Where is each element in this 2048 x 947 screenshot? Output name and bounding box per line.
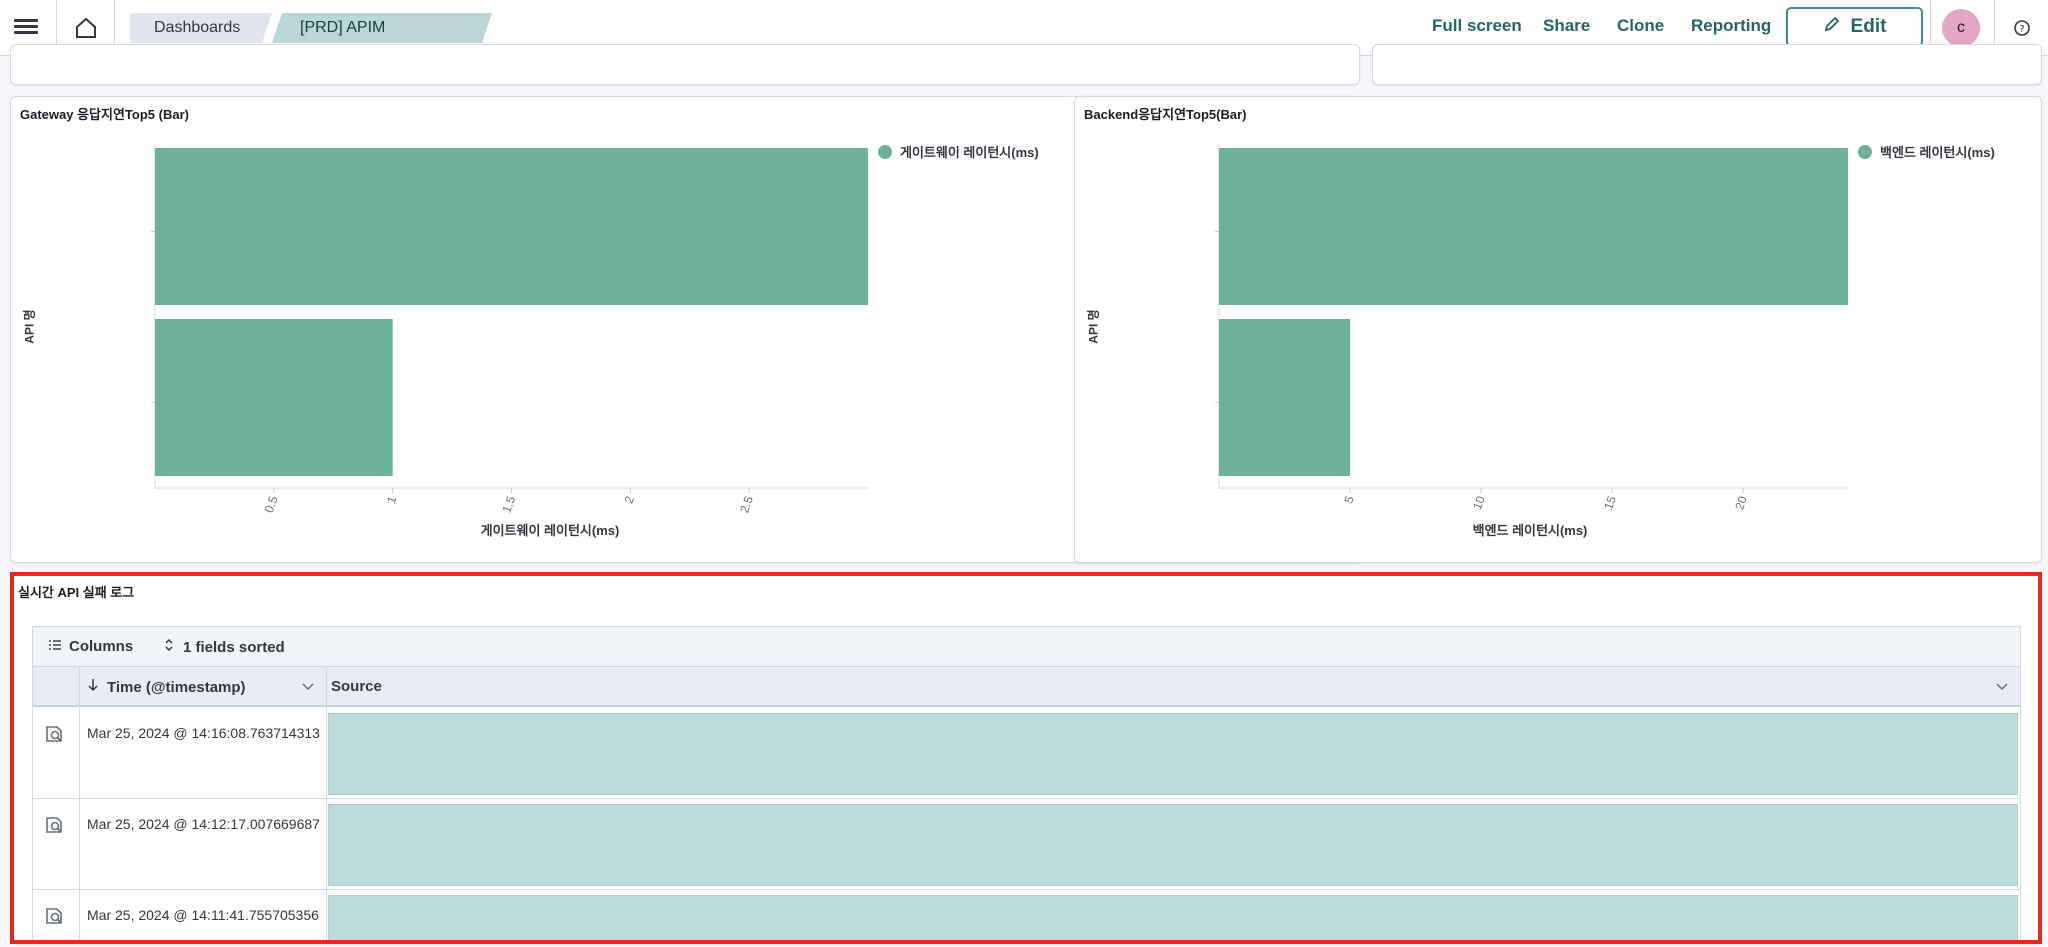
- time-column-menu-icon[interactable]: [301, 678, 315, 695]
- row-timestamp: Mar 25, 2024 @ 14:12:17.007669687: [87, 816, 320, 832]
- breadcrumb-dashboards[interactable]: Dashboards: [130, 13, 272, 43]
- sort-icon: [163, 638, 175, 656]
- gateway-legend[interactable]: 게이트웨이 레이턴시(ms): [878, 142, 1039, 161]
- clone-link[interactable]: Clone: [1617, 16, 1664, 36]
- backend-legend-label: 백엔드 레이턴시(ms): [1880, 145, 1995, 160]
- backend-y-axis-label: API 명: [1086, 309, 1101, 344]
- gateway-chart-title: Gateway 응답지연Top5 (Bar): [20, 107, 189, 122]
- columns-button[interactable]: Columns: [49, 638, 133, 655]
- row-timestamp: Mar 25, 2024 @ 14:16:08.763714313: [87, 725, 320, 741]
- breadcrumb-current-dashboard[interactable]: [PRD] APIM Dashboard: [272, 13, 492, 43]
- row-timestamp: Mar 25, 2024 @ 14:11:41.755705356: [87, 907, 319, 923]
- svg-text:?: ?: [2019, 24, 2024, 35]
- menu-icon[interactable]: [14, 16, 38, 40]
- inspect-document-icon[interactable]: [43, 814, 65, 836]
- table-row: Mar 25, 2024 @ 14:16:08.763714313: [33, 709, 2020, 799]
- sort-fields-button[interactable]: 1 fields sorted: [163, 638, 285, 656]
- avatar[interactable]: c: [1942, 9, 1980, 47]
- gateway-legend-label: 게이트웨이 레이턴시(ms): [900, 145, 1039, 160]
- arrow-down-icon: [87, 678, 99, 696]
- time-column-header[interactable]: Time (@timestamp): [87, 678, 246, 696]
- row-source-cell[interactable]: [328, 895, 2018, 943]
- backend-chart-title: Backend응답지연Top5(Bar): [1084, 107, 1247, 122]
- panel-top-left: [10, 44, 1360, 85]
- edit-label: Edit: [1850, 16, 1887, 37]
- log-panel-title: 실시간 API 실패 로그: [18, 585, 135, 600]
- source-column-header[interactable]: Source: [331, 678, 382, 695]
- row-source-cell[interactable]: [328, 804, 2018, 886]
- grid-header-row: Time (@timestamp) Source: [33, 667, 2020, 707]
- columns-label: Columns: [69, 638, 134, 655]
- list-icon: [49, 638, 61, 655]
- table-row: Mar 25, 2024 @ 14:12:17.007669687: [33, 800, 2020, 890]
- legend-dot: [878, 144, 892, 159]
- inspect-document-icon[interactable]: [43, 905, 65, 927]
- share-link[interactable]: Share: [1543, 16, 1590, 36]
- help-icon[interactable]: ?: [2012, 18, 2032, 38]
- time-header-label: Time (@timestamp): [107, 678, 246, 696]
- grid-toolbar: Columns 1 fields sorted: [33, 627, 2020, 667]
- backend-chart-panel: [1074, 96, 2042, 563]
- full-screen-link[interactable]: Full screen: [1432, 16, 1522, 36]
- log-data-grid: Columns 1 fields sorted Time (@timestamp…: [32, 626, 2021, 944]
- gateway-y-axis-label: API 명: [22, 309, 37, 344]
- gateway-x-axis-label: 게이트웨이 레이턴시(ms): [480, 523, 620, 538]
- pencil-icon: [1823, 15, 1841, 39]
- row-source-cell[interactable]: [328, 713, 2018, 795]
- table-row: Mar 25, 2024 @ 14:11:41.755705356: [33, 891, 2020, 943]
- inspect-document-icon[interactable]: [43, 723, 65, 745]
- reporting-link[interactable]: Reporting: [1691, 16, 1771, 36]
- backend-legend[interactable]: 백엔드 레이턴시(ms): [1858, 142, 1995, 161]
- panel-top-right: [1372, 44, 2042, 85]
- legend-dot: [1858, 144, 1872, 159]
- source-column-menu-icon[interactable]: [1995, 678, 2009, 695]
- edit-button[interactable]: Edit: [1786, 7, 1923, 47]
- backend-x-axis-label: 백엔드 레이턴시(ms): [1472, 523, 1588, 538]
- home-icon[interactable]: [72, 14, 100, 42]
- sorted-label: 1 fields sorted: [183, 638, 285, 656]
